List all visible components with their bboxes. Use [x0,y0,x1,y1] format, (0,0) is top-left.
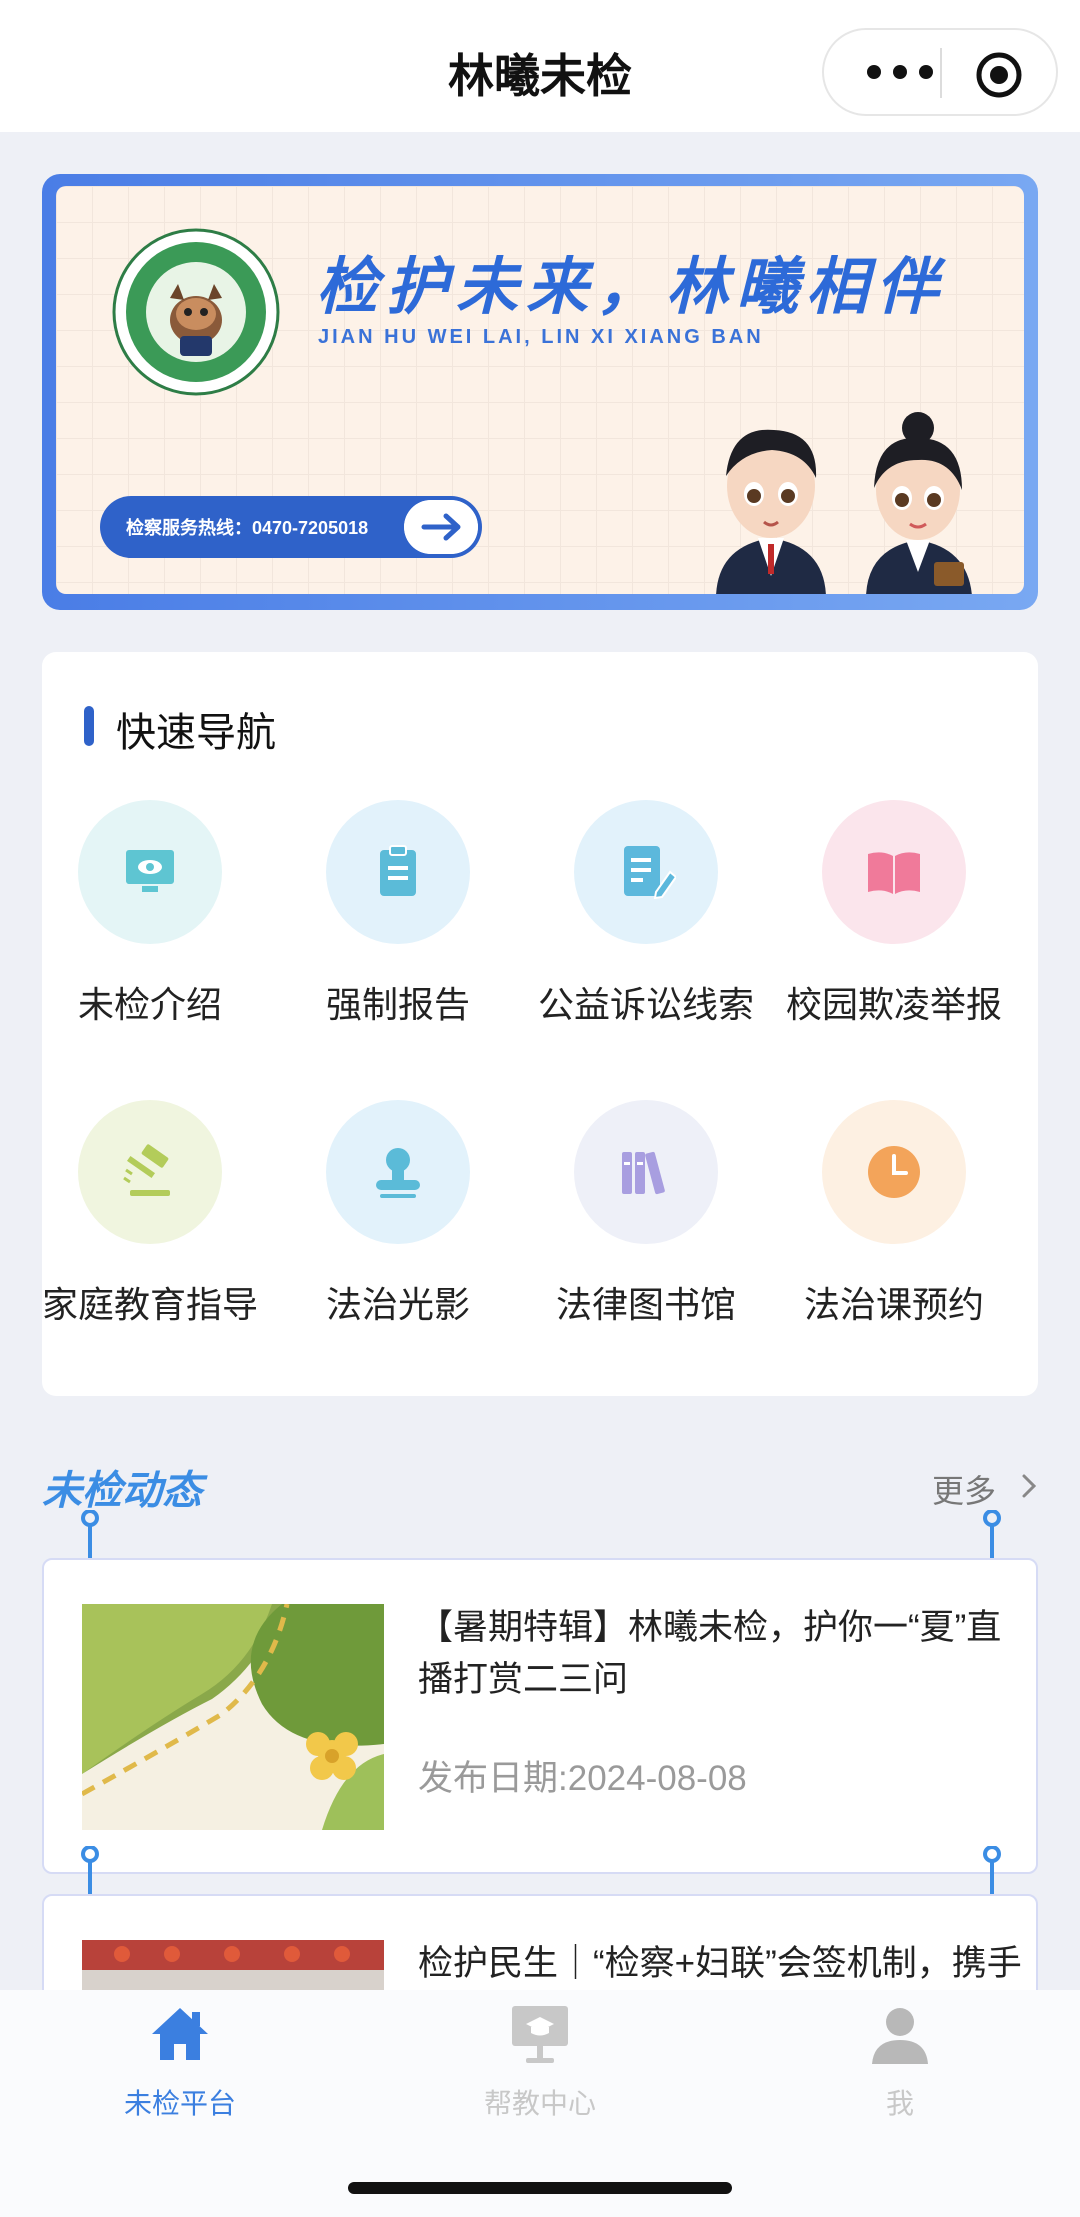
quick-nav-item[interactable]: 家庭教育指导 [26,1100,274,1360]
tab-platform[interactable]: 未检平台 [30,2002,330,2122]
monitor-eye-icon [126,850,174,892]
quick-nav-label: 未检介绍 [77,984,222,1025]
banner-slogan-pinyin: JIAN HU WEI LAI, LIN XI XIANG BAN [318,326,764,348]
hotline-label: 检察服务热线：0470-7205018 [126,518,369,538]
quick-nav-item[interactable]: 法治课预约 [770,1100,1018,1360]
quick-nav-label: 公益诉讼线索 [537,984,754,1025]
stamp-icon [376,1148,420,1198]
procuratorate-badge-logo [112,228,280,396]
nav-icon-circle [326,800,470,944]
nav-icon-circle [822,1100,966,1244]
news-date: 发布日期:2024-08-08 [418,1759,747,1798]
nav-icon-circle [574,800,718,944]
news-title: 【暑期特辑】林曦未检，护你一“夏”直播打赏二三问 [418,1608,1002,1699]
quick-nav-label: 校园欺凌举报 [785,984,1002,1025]
quick-nav-label: 家庭教育指导 [41,1284,258,1325]
nav-icon-circle [326,1100,470,1244]
quick-nav-label: 法律图书馆 [555,1284,736,1325]
nav-icon-circle [78,800,222,944]
quick-nav-item[interactable]: 强制报告 [274,800,522,1060]
home-icon [152,2008,208,2060]
tab-training-center[interactable]: 帮教中心 [390,2002,690,2122]
more-link[interactable]: 更多 [932,1466,996,1512]
nav-icon-circle [78,1100,222,1244]
chevron-right-icon[interactable] [1018,1470,1040,1502]
mini-program-capsule [822,28,1058,116]
quick-nav-card: 快速导航 未检介绍 强制报告 公益诉讼线索 校园欺凌举报家庭教育指导 法治光影 法律图书馆… [42,652,1038,1396]
quick-nav-label: 法治课预约 [803,1284,984,1325]
banner-slogan: 检护未来，林曦相伴 [316,253,947,322]
capsule-divider [940,48,942,98]
top-bar: 林曦未检 [0,0,1080,132]
quick-nav-label: 法治光影 [325,1284,470,1325]
clipboard-icon [380,845,416,896]
arrow-right-icon [404,500,478,554]
quick-nav-title: 快速导航 [116,711,276,755]
gavel-icon [123,1144,170,1196]
banner-content: 检护未来，林曦相伴 JIAN HU WEI LAI, LIN XI XIANG … [56,186,1024,594]
nav-icon-circle [574,1100,718,1244]
tab-label: 未检平台 [123,2088,236,2119]
home-indicator [348,2182,732,2194]
quick-nav-item[interactable]: 法治光影 [274,1100,522,1360]
document-edit-icon [624,846,676,900]
quick-nav-item[interactable]: 未检介绍 [26,800,274,1060]
news-title: 检护民生｜“检察+妇联”会签机制，携手 [418,1944,1022,1983]
tab-label: 帮教中心 [483,2088,596,2119]
prosecutor-mascots-illustration [716,412,972,594]
section-accent-bar [84,706,94,746]
news-section-title: 未检动态 [42,1469,202,1513]
books-icon [622,1151,665,1195]
quick-nav-label: 强制报告 [325,984,470,1025]
tab-label: 我 [885,2088,914,2119]
hotline-button[interactable]: 检察服务热线：0470-7205018 [100,496,482,558]
nav-icon-circle [822,800,966,944]
close-program-icon[interactable] [974,50,1024,100]
news-thumbnail-image [82,1604,384,1830]
quick-nav-item[interactable]: 公益诉讼线索 [522,800,770,1060]
tab-me[interactable]: 我 [750,2002,1050,2122]
open-book-icon [868,852,920,894]
news-card[interactable]: 【暑期特辑】林曦未检，护你一“夏”直播打赏二三问 发布日期:2024-08-08 [42,1558,1038,1874]
more-options-icon[interactable] [860,50,940,94]
user-icon [872,2008,928,2064]
training-board-icon [512,2006,568,2063]
clock-icon [868,1146,920,1198]
quick-nav-item[interactable]: 校园欺凌举报 [770,800,1018,1060]
hero-banner[interactable]: 检护未来，林曦相伴 JIAN HU WEI LAI, LIN XI XIANG … [42,174,1038,610]
quick-nav-item[interactable]: 法律图书馆 [522,1100,770,1360]
